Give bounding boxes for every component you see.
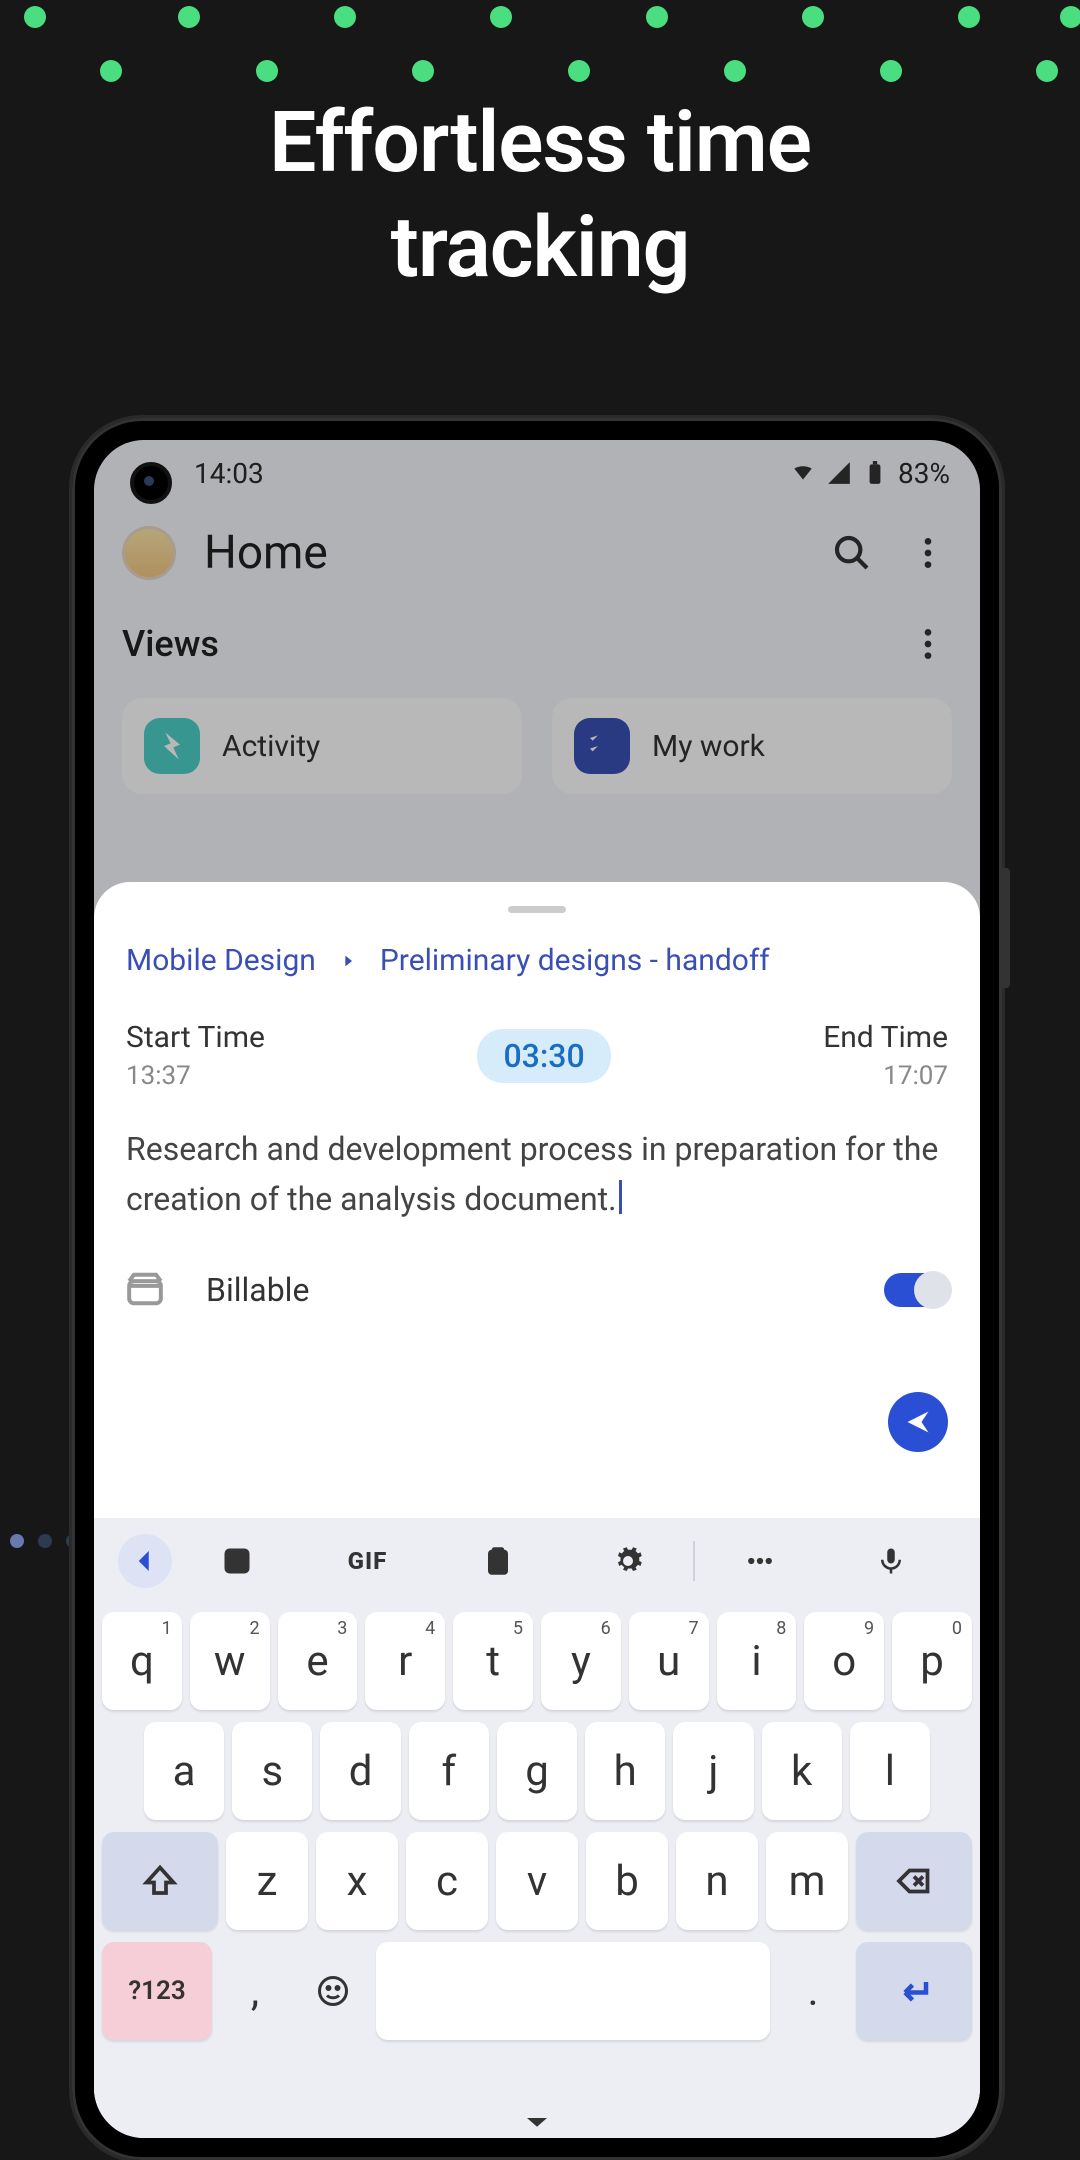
- breadcrumb[interactable]: Mobile Design Preliminary designs - hand…: [94, 943, 980, 1006]
- gif-button[interactable]: GIF: [302, 1534, 432, 1588]
- time-entry-modal: Mobile Design Preliminary designs - hand…: [94, 882, 980, 2138]
- chevron-left-icon: [130, 1546, 160, 1576]
- key-b[interactable]: b: [586, 1832, 668, 1930]
- gear-icon: [613, 1546, 643, 1576]
- backspace-icon: [896, 1863, 932, 1899]
- nav-handle[interactable]: [94, 2106, 980, 2138]
- key-h[interactable]: h: [585, 1722, 665, 1820]
- breadcrumb-task: Preliminary designs - handoff: [380, 943, 770, 978]
- phone-power-button: [1000, 868, 1010, 988]
- more-horizontal-icon: [745, 1546, 775, 1576]
- key-n[interactable]: n: [676, 1832, 758, 1930]
- key-l[interactable]: l: [850, 1722, 930, 1820]
- settings-button[interactable]: [563, 1534, 693, 1588]
- key-w[interactable]: w2: [190, 1612, 270, 1710]
- enter-icon: [896, 1973, 932, 2009]
- start-time-label: Start Time: [126, 1020, 265, 1055]
- symbols-key[interactable]: ?123: [102, 1942, 212, 2040]
- shift-icon: [142, 1863, 178, 1899]
- mic-button[interactable]: [826, 1534, 956, 1588]
- shift-key[interactable]: [102, 1832, 218, 1930]
- time-row: Start Time 13:37 03:30 End Time 17:07: [94, 1006, 980, 1115]
- camera-hole: [130, 462, 172, 504]
- space-key[interactable]: [376, 1942, 770, 2040]
- description-text: Research and development process in prep…: [126, 1130, 938, 1218]
- sticker-icon: [222, 1546, 252, 1576]
- breadcrumb-project: Mobile Design: [126, 943, 316, 978]
- key-s[interactable]: s: [232, 1722, 312, 1820]
- more-button[interactable]: [695, 1534, 825, 1588]
- key-f[interactable]: f: [409, 1722, 489, 1820]
- key-z[interactable]: z: [226, 1832, 308, 1930]
- key-a[interactable]: a: [144, 1722, 224, 1820]
- key-p[interactable]: p0: [892, 1612, 972, 1710]
- key-q[interactable]: q1: [102, 1612, 182, 1710]
- key-v[interactable]: v: [496, 1832, 578, 1930]
- keyboard-collapse-button[interactable]: [118, 1534, 172, 1588]
- keyboard-rows: q1w2e3r4t5y6u7i8o9p0 asdfghjkl zxcvbnm ?…: [94, 1604, 980, 2040]
- key-o[interactable]: o9: [804, 1612, 884, 1710]
- sticker-button[interactable]: [172, 1534, 302, 1588]
- key-j[interactable]: j: [673, 1722, 753, 1820]
- billable-toggle[interactable]: [884, 1273, 948, 1307]
- start-time-value: 13:37: [126, 1061, 265, 1091]
- key-y[interactable]: y6: [541, 1612, 621, 1710]
- end-time-label: End Time: [823, 1020, 948, 1055]
- key-x[interactable]: x: [316, 1832, 398, 1930]
- key-t[interactable]: t5: [453, 1612, 533, 1710]
- enter-key[interactable]: [856, 1942, 972, 2040]
- key-u[interactable]: u7: [629, 1612, 709, 1710]
- page-indicator: [0, 1534, 80, 1548]
- marketing-dots: [0, 0, 1080, 100]
- emoji-key[interactable]: [298, 1942, 368, 2040]
- text-cursor: [619, 1180, 622, 1214]
- chevron-down-icon: [522, 2114, 552, 2132]
- key-g[interactable]: g: [497, 1722, 577, 1820]
- clipboard-icon: [483, 1546, 513, 1576]
- mic-icon: [876, 1546, 906, 1576]
- emoji-icon: [315, 1973, 351, 2009]
- keyboard-toolbar: GIF: [94, 1518, 980, 1604]
- start-time[interactable]: Start Time 13:37: [126, 1020, 265, 1091]
- key-d[interactable]: d: [320, 1722, 400, 1820]
- wallet-icon: [126, 1270, 166, 1310]
- end-time[interactable]: End Time 17:07: [823, 1020, 948, 1091]
- billable-label: Billable: [206, 1271, 844, 1309]
- end-time-value: 17:07: [883, 1061, 948, 1091]
- clipboard-button[interactable]: [433, 1534, 563, 1588]
- key-e[interactable]: e3: [278, 1612, 358, 1710]
- key-i[interactable]: i8: [717, 1612, 797, 1710]
- period-key[interactable]: .: [778, 1942, 848, 2040]
- phone-screen: 14:03 83% Home Views: [94, 440, 980, 2138]
- gif-label: GIF: [348, 1547, 388, 1575]
- backspace-key[interactable]: [856, 1832, 972, 1930]
- duration-pill[interactable]: 03:30: [477, 1029, 610, 1083]
- marketing-headline: Effortless time tracking: [0, 90, 1080, 300]
- submit-button[interactable]: [888, 1392, 948, 1452]
- key-m[interactable]: m: [766, 1832, 848, 1930]
- soft-keyboard: GIF q1w2e3r4t5y6u7i8: [94, 1518, 980, 2138]
- key-c[interactable]: c: [406, 1832, 488, 1930]
- drag-handle[interactable]: [508, 906, 566, 913]
- description-input[interactable]: Research and development process in prep…: [94, 1115, 980, 1254]
- comma-key[interactable]: ,: [220, 1942, 290, 2040]
- chevron-right-icon: [340, 953, 356, 969]
- send-icon: [904, 1408, 932, 1436]
- billable-row: Billable: [94, 1254, 980, 1342]
- phone-frame: 14:03 83% Home Views: [72, 418, 1002, 2160]
- key-r[interactable]: r4: [365, 1612, 445, 1710]
- key-k[interactable]: k: [762, 1722, 842, 1820]
